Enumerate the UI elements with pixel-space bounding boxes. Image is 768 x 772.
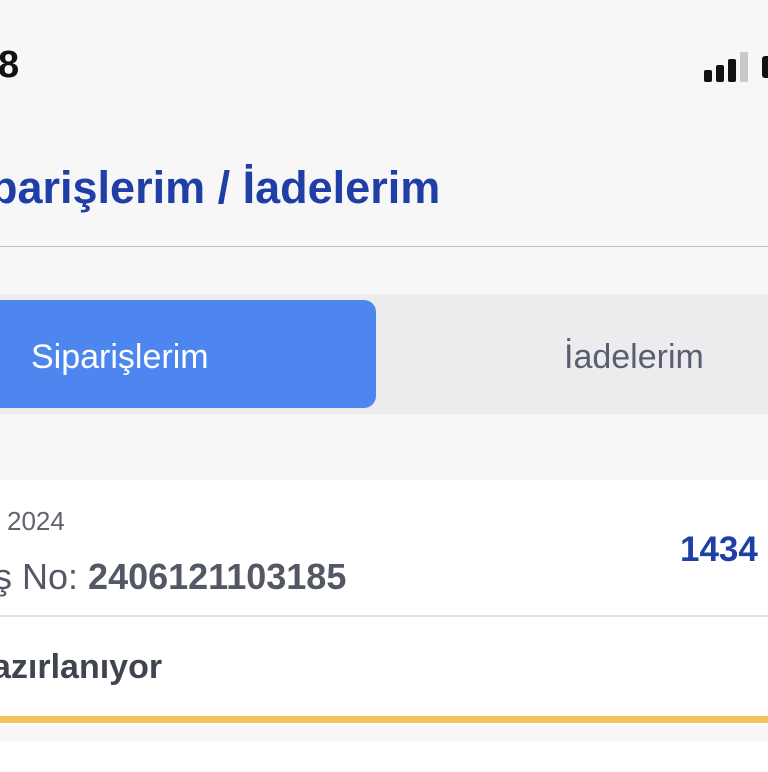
order-status: azırlanıyor: [0, 648, 163, 686]
signal-icon: [704, 52, 748, 82]
order-amount: 1434: [680, 530, 758, 569]
order-card[interactable]: [0, 480, 768, 726]
page-title: parişlerim / İadelerim: [0, 162, 441, 213]
tab-returns-label: İadelerim: [564, 338, 704, 376]
order-progress-bar: [0, 716, 768, 723]
order-progress-fill: [0, 716, 768, 723]
status-bar: 8: [0, 0, 768, 110]
status-time: 8: [0, 44, 21, 86]
order-date: 2024: [7, 506, 65, 536]
tab-orders-label: Siparişlerim: [31, 338, 209, 376]
order-number: ş No: 240612110318​5: [0, 556, 346, 598]
order-number-value: 240612110318​5: [88, 556, 347, 597]
battery-icon: [762, 56, 768, 78]
card-divider: [0, 615, 768, 617]
order-number-label: ş No:: [0, 556, 79, 597]
page-header: parişlerim / İadelerim: [0, 110, 768, 247]
